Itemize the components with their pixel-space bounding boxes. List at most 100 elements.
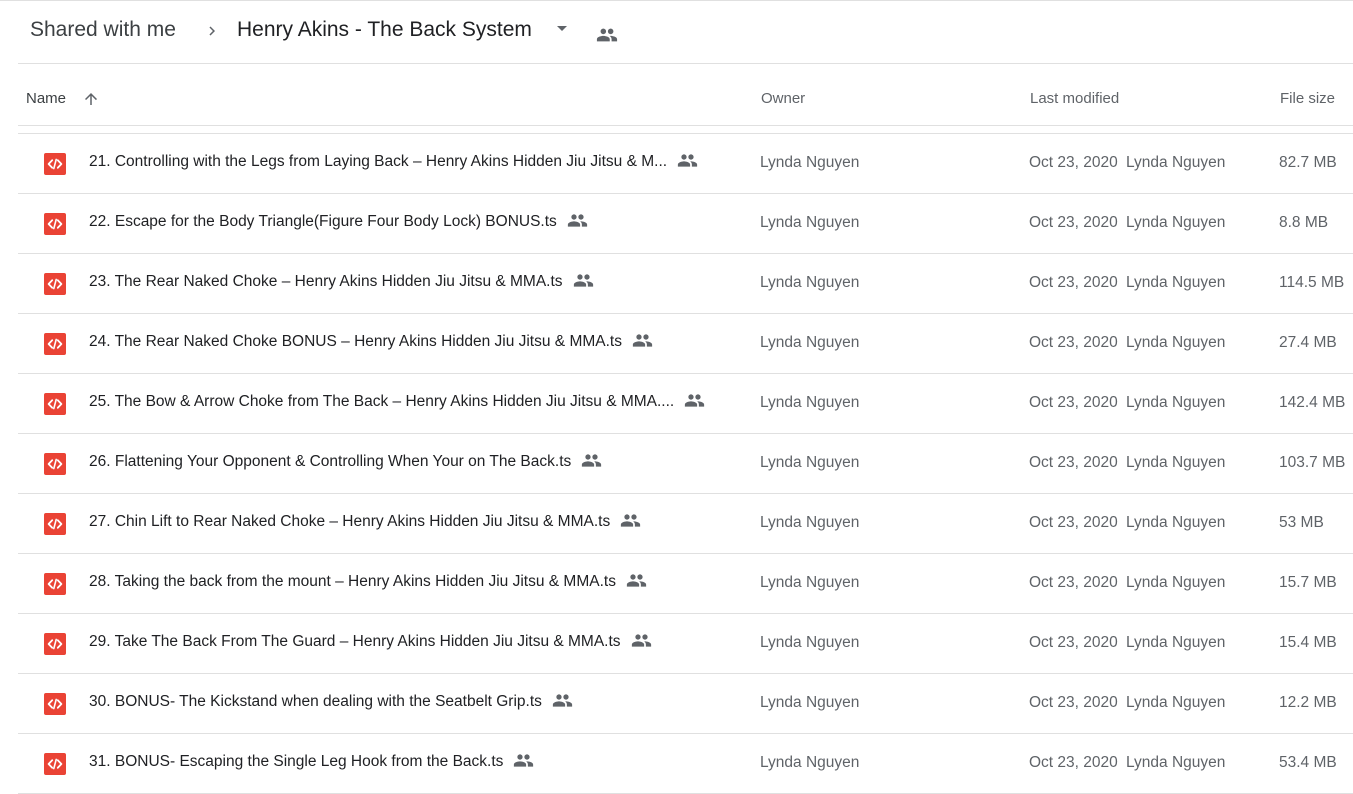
file-name-cell: 27. Chin Lift to Rear Naked Choke – Henr…: [89, 513, 641, 531]
column-header-owner[interactable]: Owner: [761, 90, 805, 107]
breadcrumb-shared-with-me[interactable]: Shared with me: [30, 18, 176, 42]
column-header-divider: [18, 125, 1353, 126]
file-modified-date: Oct 23, 2020: [1029, 334, 1118, 351]
code-file-icon: [44, 273, 66, 295]
people-icon: [626, 573, 647, 587]
file-modified-date: Oct 23, 2020: [1029, 454, 1118, 471]
file-modified-date: Oct 23, 2020: [1029, 394, 1118, 411]
file-row[interactable]: 21. Controlling with the Legs from Layin…: [0, 134, 1353, 194]
code-file-icon: [44, 753, 66, 775]
file-owner: Lynda Nguyen: [760, 334, 860, 351]
file-owner: Lynda Nguyen: [760, 154, 860, 171]
file-modified-by: Lynda Nguyen: [1126, 274, 1226, 291]
breadcrumb-current-folder[interactable]: Henry Akins - The Back System: [237, 18, 532, 42]
file-modified-date: Oct 23, 2020: [1029, 514, 1118, 531]
file-size: 82.7 MB: [1279, 154, 1337, 171]
file-name[interactable]: 29. Take The Back From The Guard – Henry…: [89, 633, 621, 651]
people-icon: [685, 393, 705, 407]
file-name-cell: 25. The Bow & Arrow Choke from The Back …: [89, 393, 705, 411]
top-divider: [0, 0, 1353, 1]
file-modified-date: Oct 23, 2020: [1029, 574, 1118, 591]
file-modified-by: Lynda Nguyen: [1126, 154, 1226, 171]
file-name-cell: 22. Escape for the Body Triangle(Figure …: [89, 213, 588, 231]
file-size: 53.4 MB: [1279, 754, 1337, 771]
file-list: 21. Controlling with the Legs from Layin…: [0, 134, 1353, 794]
file-owner: Lynda Nguyen: [760, 694, 860, 711]
people-icon: [552, 693, 573, 707]
file-row[interactable]: 24. The Rear Naked Choke BONUS – Henry A…: [0, 314, 1353, 374]
file-modified-by: Lynda Nguyen: [1126, 754, 1226, 771]
file-name-cell: 26. Flattening Your Opponent & Controlli…: [89, 453, 602, 471]
file-size: 142.4 MB: [1279, 394, 1346, 411]
file-modified-date: Oct 23, 2020: [1029, 274, 1118, 291]
column-header-last-modified[interactable]: Last modified: [1030, 90, 1119, 107]
file-modified-by: Lynda Nguyen: [1126, 574, 1226, 591]
file-name[interactable]: 27. Chin Lift to Rear Naked Choke – Henr…: [89, 513, 610, 531]
file-owner: Lynda Nguyen: [760, 274, 860, 291]
file-modified-by: Lynda Nguyen: [1126, 394, 1226, 411]
file-row[interactable]: 22. Escape for the Body Triangle(Figure …: [0, 194, 1353, 254]
file-modified-date: Oct 23, 2020: [1029, 154, 1118, 171]
file-name-cell: 31. BONUS- Escaping the Single Leg Hook …: [89, 753, 534, 771]
file-row[interactable]: 26. Flattening Your Opponent & Controlli…: [0, 434, 1353, 494]
file-modified-by: Lynda Nguyen: [1126, 694, 1226, 711]
file-size: 114.5 MB: [1279, 274, 1345, 291]
file-owner: Lynda Nguyen: [760, 394, 860, 411]
column-header-name[interactable]: Name: [26, 90, 66, 107]
file-owner: Lynda Nguyen: [760, 214, 860, 231]
caret-down-icon[interactable]: [557, 26, 567, 31]
file-name[interactable]: 25. The Bow & Arrow Choke from The Back …: [89, 393, 674, 411]
file-owner: Lynda Nguyen: [760, 574, 860, 591]
file-owner: Lynda Nguyen: [760, 754, 860, 771]
file-owner: Lynda Nguyen: [760, 514, 860, 531]
file-row[interactable]: 23. The Rear Naked Choke – Henry Akins H…: [0, 254, 1353, 314]
file-modified-by: Lynda Nguyen: [1126, 334, 1226, 351]
people-icon: [567, 213, 587, 227]
code-file-icon: [44, 573, 66, 595]
people-icon: [573, 273, 593, 287]
file-owner: Lynda Nguyen: [760, 634, 860, 651]
file-row[interactable]: 25. The Bow & Arrow Choke from The Back …: [0, 374, 1353, 434]
file-size: 15.4 MB: [1279, 634, 1337, 651]
file-row[interactable]: 27. Chin Lift to Rear Naked Choke – Henr…: [0, 494, 1353, 554]
file-modified-by: Lynda Nguyen: [1126, 514, 1226, 531]
file-row[interactable]: 29. Take The Back From The Guard – Henry…: [0, 614, 1353, 674]
file-modified-by: Lynda Nguyen: [1126, 454, 1226, 471]
column-header-file-size[interactable]: File size: [1280, 90, 1335, 107]
file-modified-by: Lynda Nguyen: [1126, 214, 1226, 231]
code-file-icon: [44, 513, 66, 535]
file-name-cell: 30. BONUS- The Kickstand when dealing wi…: [89, 693, 573, 711]
people-icon: [632, 333, 653, 347]
file-name[interactable]: 26. Flattening Your Opponent & Controlli…: [89, 453, 571, 471]
file-size: 53 MB: [1279, 514, 1324, 531]
file-name-cell: 28. Taking the back from the mount – Hen…: [89, 573, 647, 591]
breadcrumb-divider: [18, 63, 1353, 64]
file-row[interactable]: 30. BONUS- The Kickstand when dealing wi…: [0, 674, 1353, 734]
people-icon: [677, 153, 698, 167]
file-modified-date: Oct 23, 2020: [1029, 634, 1118, 651]
people-icon[interactable]: [596, 24, 618, 46]
code-file-icon: [44, 333, 66, 355]
arrow-up-icon[interactable]: [82, 90, 100, 108]
file-name[interactable]: 21. Controlling with the Legs from Layin…: [89, 153, 667, 171]
file-name[interactable]: 30. BONUS- The Kickstand when dealing wi…: [89, 693, 542, 711]
file-name-cell: 21. Controlling with the Legs from Layin…: [89, 153, 698, 171]
file-modified-date: Oct 23, 2020: [1029, 214, 1118, 231]
file-name[interactable]: 22. Escape for the Body Triangle(Figure …: [89, 213, 557, 231]
file-name[interactable]: 24. The Rear Naked Choke BONUS – Henry A…: [89, 333, 622, 351]
file-row[interactable]: 28. Taking the back from the mount – Hen…: [0, 554, 1353, 614]
file-name-cell: 29. Take The Back From The Guard – Henry…: [89, 633, 652, 651]
file-size: 8.8 MB: [1279, 214, 1329, 231]
people-icon: [631, 633, 651, 647]
file-row[interactable]: 31. BONUS- Escaping the Single Leg Hook …: [0, 734, 1353, 794]
file-name[interactable]: 28. Taking the back from the mount – Hen…: [89, 573, 616, 591]
file-name[interactable]: 23. The Rear Naked Choke – Henry Akins H…: [89, 273, 563, 291]
code-file-icon: [44, 153, 66, 175]
file-size: 103.7 MB: [1279, 454, 1346, 471]
file-modified-date: Oct 23, 2020: [1029, 694, 1118, 711]
code-file-icon: [44, 633, 66, 655]
code-file-icon: [44, 213, 66, 235]
file-name[interactable]: 31. BONUS- Escaping the Single Leg Hook …: [89, 753, 503, 771]
code-file-icon: [44, 393, 66, 415]
chevron-right-icon: [209, 26, 215, 36]
